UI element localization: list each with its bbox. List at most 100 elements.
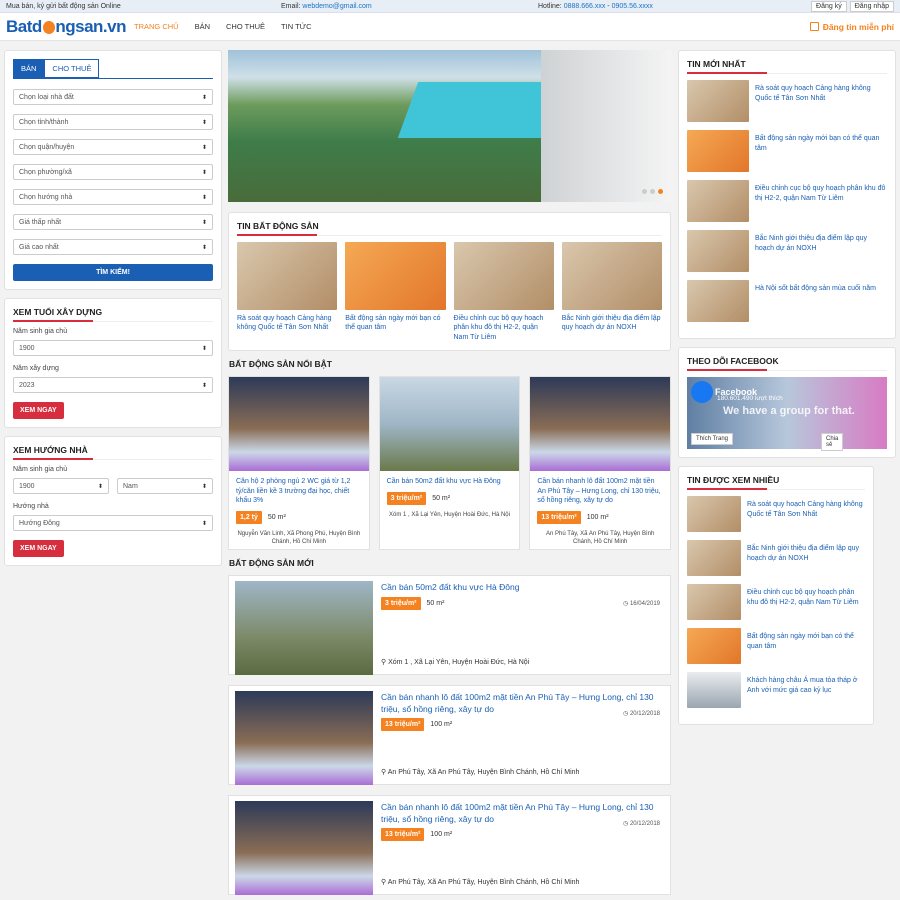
side-thumbnail: [687, 80, 749, 122]
min-price-select[interactable]: Giá thấp nhất ⬍: [13, 214, 213, 230]
side-thumbnail: [687, 540, 741, 576]
price-badge: 13 triệu/m²: [537, 510, 581, 524]
facebook-widget[interactable]: Facebook 180.601.490 lượt thích We have …: [687, 377, 887, 451]
featured-image[interactable]: [229, 377, 369, 472]
max-price-select[interactable]: Giá cao nhất ⬍: [13, 239, 213, 255]
news-box: TIN BẤT ĐỘNG SẢN Rà soát quy hoạch Cảng …: [228, 212, 671, 352]
search-box: BÁN CHO THUÊ Chọn loại nhà đất ⬍ Chọn tỉn…: [4, 50, 222, 290]
select-arrow-icon: ⬍: [201, 219, 207, 226]
slider-dots[interactable]: [642, 189, 663, 194]
register-button[interactable]: Đăng ký: [811, 0, 847, 12]
listing-row[interactable]: Cần bán 50m2 đất khu vực Hà Đông 3 triệu…: [228, 575, 671, 676]
map-pin-icon: ⚲: [381, 879, 387, 887]
birth-year-select[interactable]: 1900 ⬍: [13, 340, 213, 356]
most-viewed-box: TIN ĐƯỢC XEM NHIỀU Rà soát quy hoạch Cản…: [678, 466, 874, 725]
post-listing-button[interactable]: Đăng tin miễn phí: [809, 22, 894, 32]
side-news-item[interactable]: Điều chỉnh cục bộ quy hoạch phân khu đô …: [687, 180, 887, 222]
house-direction-select[interactable]: Hướng Đông ⬍: [13, 515, 213, 531]
select-arrow-icon: ⬍: [201, 169, 207, 176]
district-select[interactable]: Chọn quận/huyện ⬍: [13, 139, 213, 155]
select-arrow-icon: ⬍: [201, 483, 207, 490]
featured-card[interactable]: Cần bán 50m2 đất khu vực Hà Đông 3 triệu…: [378, 376, 521, 551]
listing-image[interactable]: [235, 691, 373, 786]
select-arrow-icon: ⬍: [201, 119, 207, 126]
tab-rent[interactable]: CHO THUÊ: [44, 59, 100, 78]
news-thumbnail[interactable]: [345, 242, 446, 310]
nav-news[interactable]: TIN TỨC: [273, 22, 319, 31]
build-year-select[interactable]: 2023 ⬍: [13, 377, 213, 393]
nav-rent[interactable]: CHO THUÊ: [218, 22, 273, 31]
news-item[interactable]: Rà soát quy hoạch Cảng hàng không Quốc t…: [237, 242, 338, 342]
news-thumbnail[interactable]: [237, 242, 338, 310]
check-direction-button[interactable]: XEM NGAY: [13, 540, 64, 557]
news-item[interactable]: Bắc Ninh giới thiệu địa điểm lập quy hoạ…: [561, 242, 662, 342]
side-news-item[interactable]: Bắc Ninh giới thiệu địa điểm lập quy hoạ…: [687, 230, 887, 272]
logo-house-icon: [42, 21, 56, 34]
news-item[interactable]: Điều chỉnh cục bộ quy hoạch phân khu đô …: [453, 242, 554, 342]
select-arrow-icon: ⬍: [97, 483, 103, 490]
side-news-item[interactable]: Bất động sản ngày mới bạn có thể quan tâ…: [687, 628, 865, 664]
side-news-item[interactable]: Bất động sản ngày mới bạn có thể quan tâ…: [687, 130, 887, 172]
listing-image[interactable]: [235, 801, 373, 896]
select-arrow-icon: ⬍: [201, 520, 207, 527]
tab-sell[interactable]: BÁN: [13, 59, 45, 78]
listing-image[interactable]: [235, 581, 373, 676]
price-badge: 3 triệu/m²: [386, 491, 427, 505]
map-pin-icon: ⚲: [381, 659, 387, 667]
map-pin-icon: ⚲: [381, 769, 387, 777]
featured-list: Căn hộ 2 phòng ngủ 2 WC giá từ 1,2 tỷ/că…: [228, 376, 672, 551]
contact-email: Email: webdemo@gmail.com: [281, 2, 372, 10]
listing-date: ◷ 20/12/2018: [623, 821, 660, 828]
owner-birth-select[interactable]: 1900 ⬍: [13, 478, 109, 494]
side-thumbnail: [687, 628, 741, 664]
listing-location: ⚲ An Phú Tây, Xã An Phú Tây, Huyện Bình …: [381, 769, 580, 777]
nav-home[interactable]: TRANG CHỦ: [126, 22, 187, 31]
direction-select[interactable]: Chọn hướng nhà ⬍: [13, 189, 213, 205]
side-thumbnail: [687, 280, 749, 322]
side-news-item[interactable]: Hà Nội sốt bất động sản mùa cuối năm: [687, 280, 887, 322]
side-news-item[interactable]: Khách hàng châu Á mua tòa tháp ở Anh với…: [687, 672, 865, 708]
featured-image[interactable]: [379, 377, 520, 472]
facebook-like-button[interactable]: Thích Trang: [691, 433, 734, 445]
listing-row[interactable]: Cần bán nhanh lô đất 100m2 mặt tiền An P…: [228, 795, 671, 896]
news-thumbnail[interactable]: [453, 242, 554, 310]
property-type-select[interactable]: Chọn loại nhà đất ⬍: [13, 89, 213, 105]
news-box-title: TIN BẤT ĐỘNG SẢN: [237, 221, 662, 236]
direction-box-title: XEM HƯỚNG NHÀ: [13, 445, 213, 460]
facebook-title: THEO DÕI FACEBOOK: [687, 356, 887, 371]
gender-select[interactable]: Nam ⬍: [117, 478, 213, 494]
check-age-button[interactable]: XEM NGAY: [13, 402, 64, 419]
featured-card[interactable]: Cần bán nhanh lô đất 100m2 mặt tiền An P…: [529, 376, 672, 551]
news-item[interactable]: Bất động sản ngày mới bạn có thể quan tâ…: [345, 242, 446, 342]
news-thumbnail[interactable]: [561, 242, 662, 310]
side-thumbnail: [687, 672, 741, 708]
facebook-share-button[interactable]: Chia sẻ: [821, 433, 844, 451]
price-badge: 1,2 tỷ: [236, 510, 262, 524]
facebook-icon: [691, 381, 713, 403]
email-link[interactable]: webdemo@gmail.com: [302, 3, 371, 10]
direction-box: XEM HƯỚNG NHÀ Năm sinh gia chủ 1900 ⬍ Nam…: [4, 436, 222, 566]
latest-title: BẤT ĐỘNG SẢN MỚI: [229, 558, 314, 569]
side-thumbnail: [687, 584, 741, 620]
site-tagline: Mua bán, ký gửi bất động sản Online: [6, 2, 121, 10]
login-button[interactable]: Đăng nhập: [849, 0, 894, 12]
search-button[interactable]: TÌM KIẾM!: [13, 264, 213, 281]
price-badge: 13 triệu/m²: [381, 828, 425, 842]
select-arrow-icon: ⬍: [201, 382, 207, 389]
select-arrow-icon: ⬍: [201, 345, 207, 352]
featured-title: BẤT ĐỘNG SẢN NỔI BẬT: [229, 359, 332, 370]
featured-card[interactable]: Căn hộ 2 phòng ngủ 2 WC giá từ 1,2 tỷ/că…: [228, 376, 370, 551]
side-news-item[interactable]: Rà soát quy hoạch Cảng hàng không Quốc t…: [687, 80, 887, 122]
listing-row[interactable]: Cần bán nhanh lô đất 100m2 mặt tiền An P…: [228, 685, 671, 786]
side-news-item[interactable]: Rà soát quy hoạch Cảng hàng không Quốc t…: [687, 496, 865, 532]
ward-select[interactable]: Chọn phường/xã ⬍: [13, 164, 213, 180]
featured-image[interactable]: [530, 377, 671, 472]
edit-icon: [809, 22, 819, 31]
province-select[interactable]: Chọn tỉnh/thành ⬍: [13, 114, 213, 130]
side-news-item[interactable]: Điều chỉnh cục bộ quy hoạch phân khu đô …: [687, 584, 865, 620]
hero-slider[interactable]: [228, 50, 671, 202]
nav-sell[interactable]: BÁN: [187, 22, 218, 31]
site-logo[interactable]: Batd ngsan.vn: [6, 17, 126, 37]
main-nav: TRANG CHỦ BÁN CHO THUÊ TIN TỨC: [126, 22, 319, 31]
side-news-item[interactable]: Bắc Ninh giới thiệu địa điểm lập quy hoạ…: [687, 540, 865, 576]
